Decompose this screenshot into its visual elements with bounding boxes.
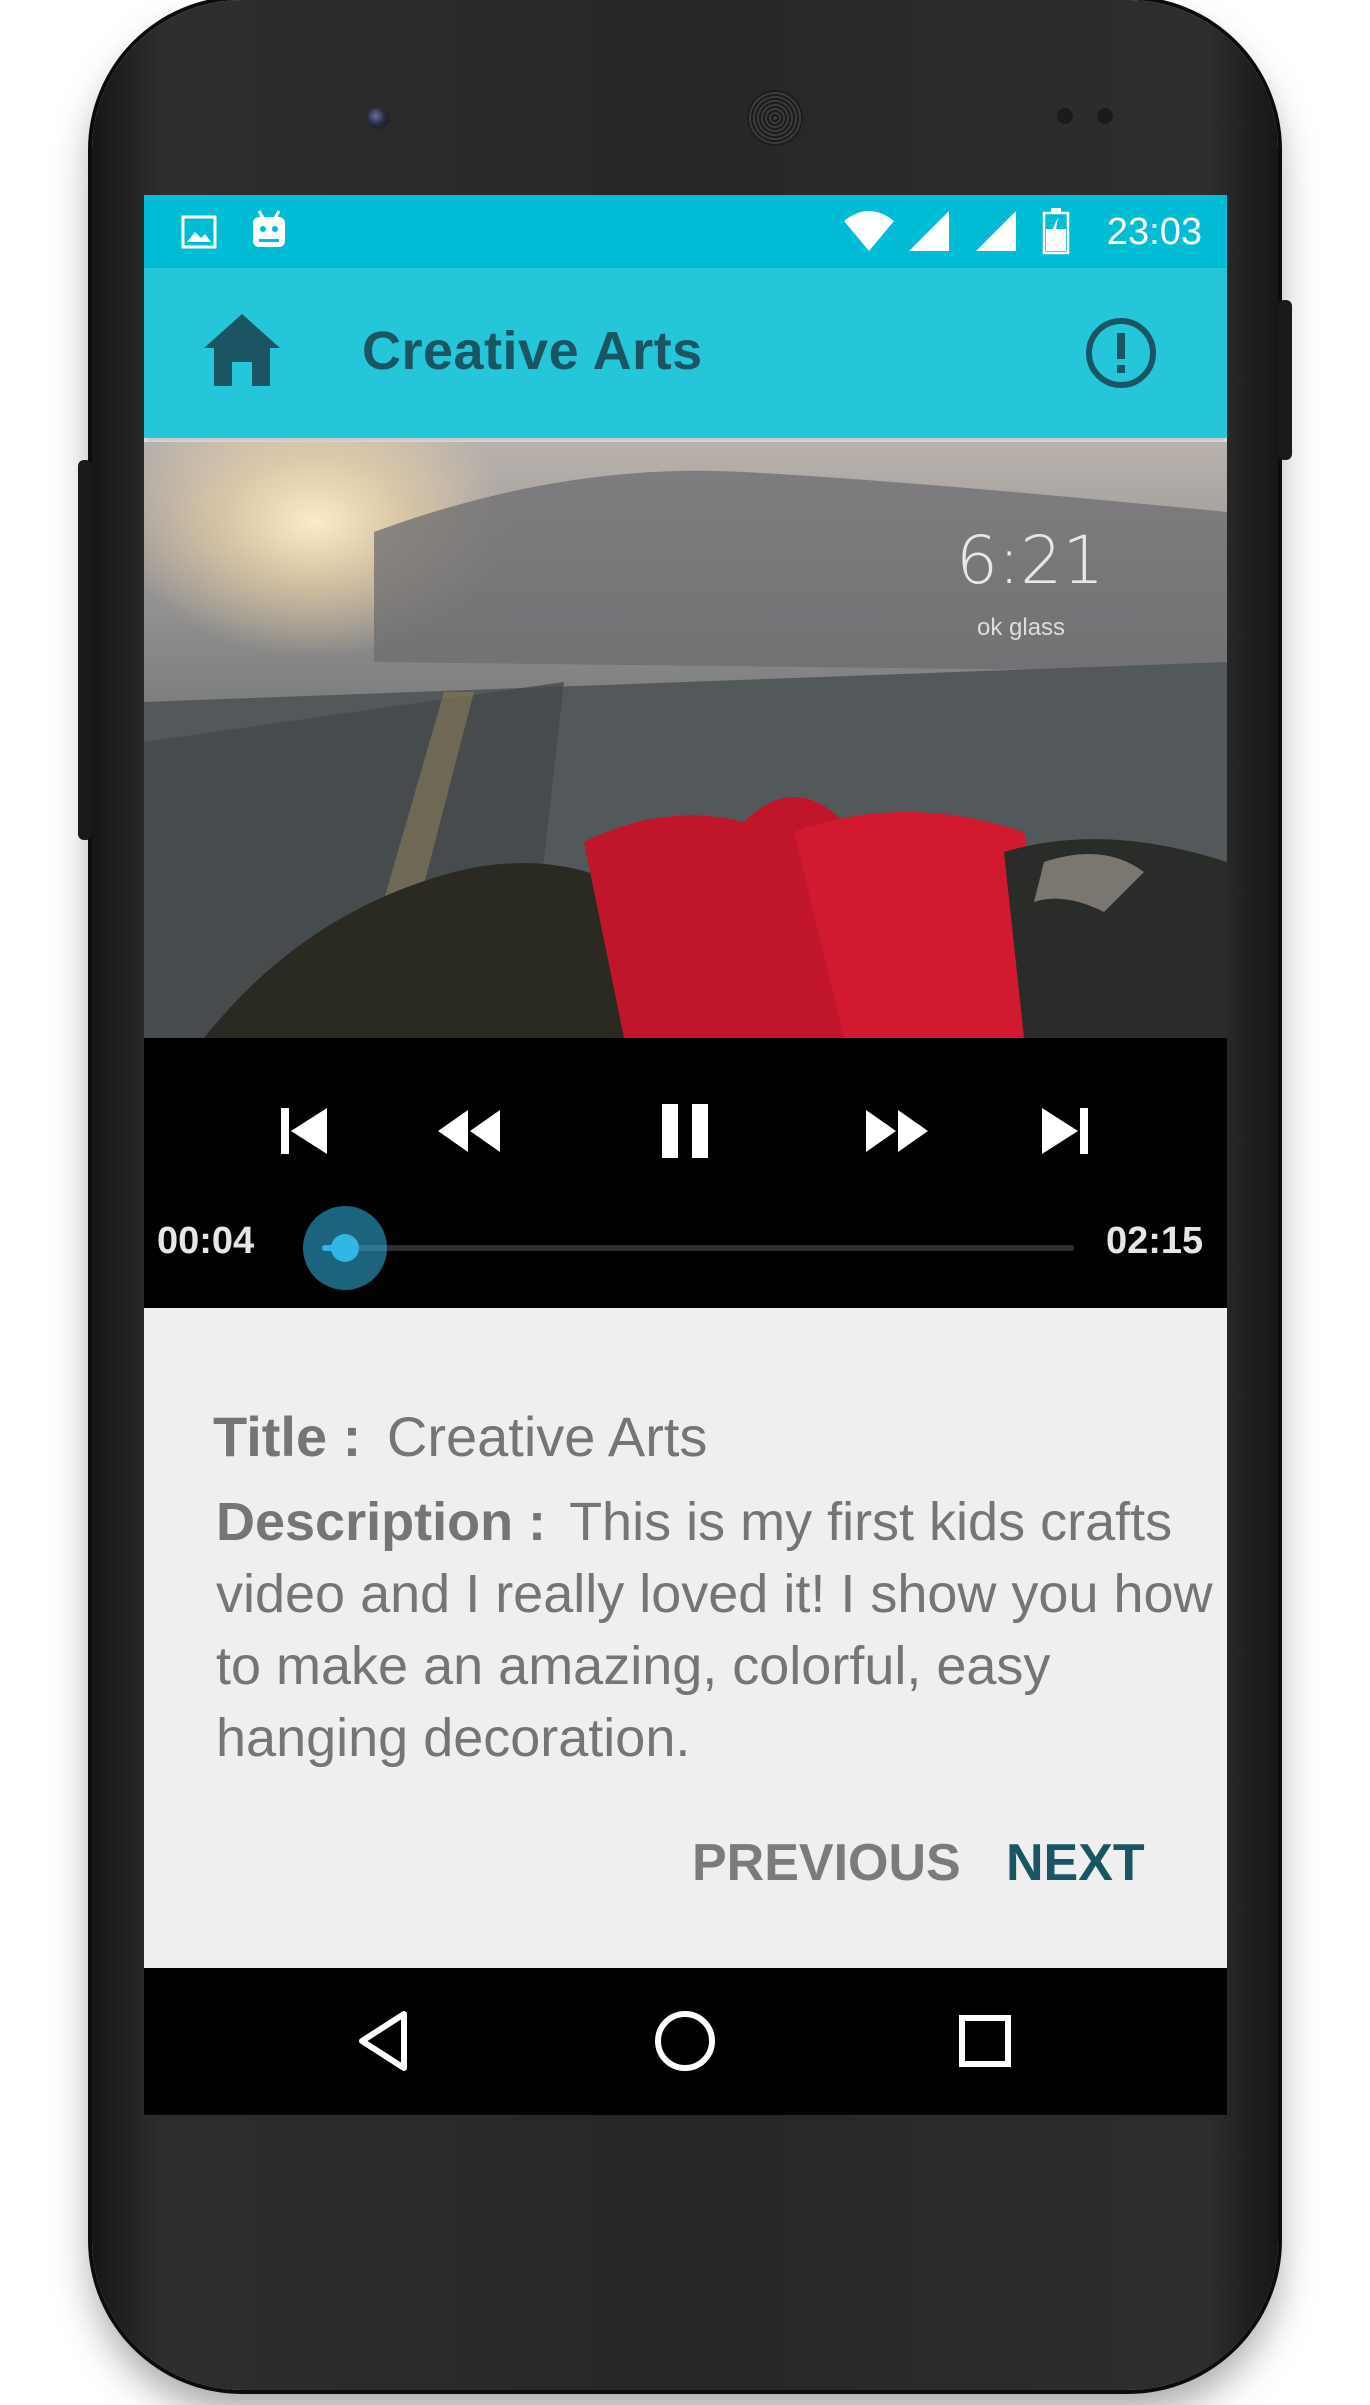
android-icon — [253, 210, 285, 247]
image-icon — [181, 215, 217, 249]
home-icon[interactable] — [200, 310, 284, 388]
current-time: 00:04 — [157, 1220, 255, 1262]
alert-circle-icon[interactable] — [1084, 316, 1158, 390]
wifi-icon — [844, 211, 894, 251]
player-controls: 00:04 02:15 — [144, 1038, 1227, 1308]
overlay-time: 6:21 — [956, 522, 1105, 599]
signal-icon — [909, 211, 949, 251]
back-icon[interactable] — [350, 2006, 420, 2076]
duration: 02:15 — [1106, 1220, 1204, 1262]
video-details: Title : Creative Arts Description : This… — [144, 1308, 1227, 1968]
title-line: Title : Creative Arts — [213, 1404, 707, 1469]
front-camera — [367, 107, 389, 129]
status-time: 23:03 — [1106, 211, 1202, 253]
description-label: Description : — [216, 1492, 547, 1552]
next-button[interactable]: NEXT — [1006, 1833, 1145, 1893]
light-sensor — [1097, 108, 1113, 124]
video-surface[interactable]: 6:21 ok glass — [144, 442, 1227, 1038]
fast-forward-icon[interactable] — [862, 1096, 932, 1166]
power-button — [78, 460, 92, 840]
screen: 23:03 Creative Arts 6:21 ok glass 00:04 … — [144, 195, 1227, 2115]
previous-button[interactable]: PREVIOUS — [692, 1833, 961, 1893]
pause-icon[interactable] — [650, 1096, 720, 1166]
signal-icon — [976, 211, 1016, 251]
title-label: Title : — [213, 1405, 362, 1468]
status-bar: 23:03 — [144, 195, 1227, 268]
rewind-icon[interactable] — [434, 1096, 504, 1166]
seek-thumb[interactable] — [330, 1234, 359, 1262]
earpiece-speaker — [747, 90, 803, 146]
seek-bar[interactable] — [322, 1245, 1074, 1251]
home-circle-icon[interactable] — [650, 2006, 720, 2076]
skip-next-icon[interactable] — [1030, 1096, 1100, 1166]
battery-icon — [1042, 208, 1070, 255]
overlay-caption: ok glass — [977, 614, 1066, 641]
app-bar: Creative Arts — [144, 268, 1227, 438]
app-bar-title: Creative Arts — [362, 321, 703, 381]
recents-icon[interactable] — [950, 2006, 1020, 2076]
proximity-sensor — [1057, 108, 1073, 124]
description-block: Description : This is my first kids craf… — [216, 1486, 1216, 1774]
volume-button — [1278, 300, 1292, 460]
title-value: Creative Arts — [386, 1405, 708, 1468]
skip-previous-icon[interactable] — [269, 1096, 339, 1166]
navigation-bar — [144, 1968, 1227, 2115]
